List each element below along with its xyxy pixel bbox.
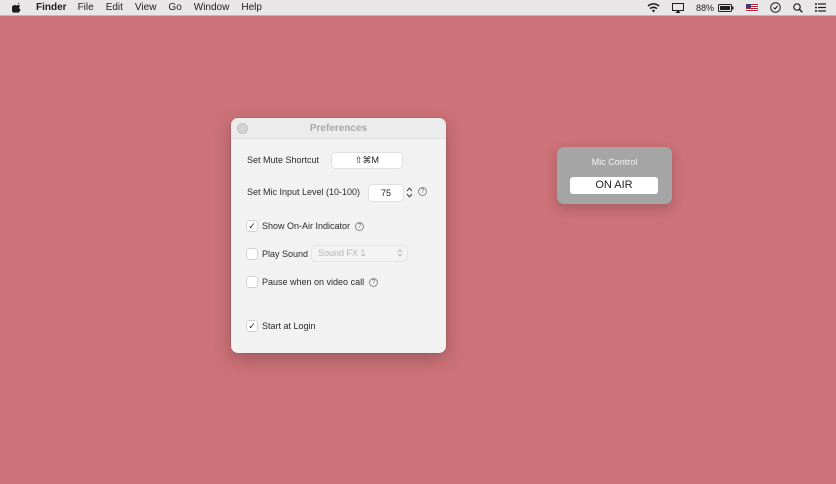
notification-center-icon[interactable]	[815, 3, 826, 12]
pause-video-help-icon[interactable]: ?	[369, 277, 379, 287]
play-sound-checkbox[interactable]	[247, 249, 257, 259]
search-icon[interactable]	[793, 2, 803, 13]
on-air-button[interactable]: ON AIR	[570, 177, 658, 194]
mute-shortcut-field[interactable]: ⇧⌘M	[332, 153, 402, 168]
pause-video-row[interactable]: Pause when on video call ?	[247, 277, 379, 287]
play-sound-label: Play Sound	[262, 249, 309, 259]
us-flag-icon[interactable]	[746, 3, 758, 12]
mute-shortcut-label: Set Mute Shortcut	[247, 155, 320, 165]
menu-view[interactable]: View	[135, 2, 157, 13]
menu-app-name[interactable]: Finder	[36, 2, 67, 13]
pause-video-label: Pause when on video call	[262, 277, 365, 287]
show-onair-help-icon[interactable]: ?	[355, 221, 365, 231]
mic-level-stepper[interactable]	[405, 184, 413, 201]
mic-level-help-icon[interactable]: ?	[418, 187, 427, 196]
sound-select[interactable]: Sound FX 1	[312, 246, 407, 261]
battery-percent: 88%	[695, 2, 714, 13]
sound-select-value: Sound FX 1	[318, 248, 366, 258]
wifi-icon[interactable]	[647, 2, 660, 13]
show-onair-row[interactable]: ✓ Show On-Air Indicator ?	[247, 221, 365, 231]
apple-icon[interactable]	[12, 2, 22, 13]
menu-bar: Finder File Edit View Go Window Help 88%	[0, 0, 836, 16]
chevron-updown-icon	[397, 248, 403, 263]
close-button[interactable]	[237, 123, 248, 134]
clock-icon[interactable]	[770, 2, 781, 13]
menu-window[interactable]: Window	[194, 2, 230, 13]
menu-go[interactable]: Go	[168, 2, 181, 13]
preferences-window: Preferences Set Mute Shortcut ⇧⌘M Set Mi…	[231, 118, 446, 353]
window-title: Preferences	[309, 123, 368, 134]
play-sound-row[interactable]: Play Sound	[247, 249, 308, 259]
window-titlebar[interactable]: Preferences	[231, 118, 446, 139]
show-onair-checkbox[interactable]: ✓	[247, 221, 257, 231]
menu-help[interactable]: Help	[241, 2, 262, 13]
start-login-checkbox[interactable]: ✓	[247, 321, 257, 331]
start-login-row[interactable]: ✓ Start at Login	[247, 321, 316, 331]
mic-control-window: Mic Control ON AIR	[557, 147, 672, 204]
pause-video-checkbox[interactable]	[247, 277, 257, 287]
mic-level-label: Set Mic Input Level (10-100)	[247, 187, 361, 197]
start-login-label: Start at Login	[262, 321, 316, 331]
mic-level-input[interactable]: 75	[369, 185, 403, 201]
menu-file[interactable]: File	[78, 2, 94, 13]
airplay-icon[interactable]	[671, 2, 684, 13]
mic-control-title: Mic Control	[591, 157, 638, 167]
menu-edit[interactable]: Edit	[106, 2, 123, 13]
battery-icon[interactable]	[718, 3, 734, 12]
show-onair-label: Show On-Air Indicator	[262, 221, 351, 231]
